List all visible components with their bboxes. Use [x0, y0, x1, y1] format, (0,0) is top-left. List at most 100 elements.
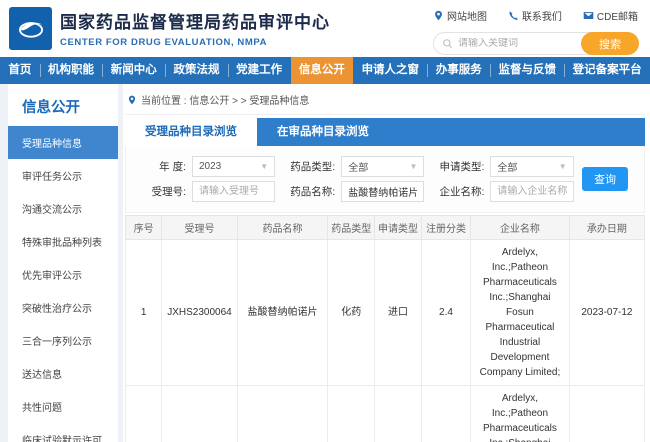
- cell-drug-name: 盐酸替纳帕诺片: [237, 386, 328, 442]
- nav-item[interactable]: 办事服务: [427, 57, 490, 84]
- apply-type-value: 全部: [497, 159, 517, 174]
- table-header-cell: 序号: [126, 216, 162, 240]
- sidebar-title: 信息公开: [8, 84, 118, 126]
- header-tools: 网站地图 联系我们 CDE邮箱 搜索: [433, 8, 638, 55]
- logo-swoosh-icon: [14, 12, 48, 46]
- chevron-down-icon: ▼: [559, 162, 567, 171]
- sidebar-menu: 受理品种信息 审评任务公示 沟通交流公示 特殊审批品种列表 优先审评公示 突破性…: [8, 126, 118, 442]
- company-field-group: 企业名称:: [424, 181, 573, 202]
- year-label: 年 度:: [126, 159, 186, 174]
- tab-bar: 受理品种目录浏览 在审品种目录浏览: [125, 118, 645, 146]
- tab-accepted-catalog[interactable]: 受理品种目录浏览: [125, 118, 257, 146]
- cell-index: 2: [126, 386, 162, 442]
- table-header-cell: 药品名称: [237, 216, 328, 240]
- drug-name-field-group: 药品名称:: [275, 181, 424, 202]
- cell-drug-name: 盐酸替纳帕诺片: [237, 240, 328, 386]
- chevron-down-icon: ▼: [409, 162, 417, 171]
- table-row[interactable]: 2 JXHS2300063 盐酸替纳帕诺片 化药 进口 2.4 Ardelyx,…: [126, 386, 645, 442]
- site-header: 国家药品监督管理局药品审评中心 CENTER FOR DRUG EVALUATI…: [0, 0, 650, 57]
- nav-item[interactable]: 申请人之窗: [353, 57, 427, 84]
- sidebar-item[interactable]: 三合一序列公示: [8, 324, 118, 357]
- results-table: 序号受理号药品名称药品类型申请类型注册分类企业名称承办日期 1 JXHS2300…: [125, 215, 645, 442]
- search-button[interactable]: 搜索: [581, 32, 639, 55]
- cell-apply-type: 进口: [375, 240, 422, 386]
- drug-name-input[interactable]: [341, 181, 424, 202]
- sidebar-item[interactable]: 共性问题: [8, 390, 118, 423]
- cell-reg-class: 2.4: [421, 240, 470, 386]
- nav-item[interactable]: 党建工作: [228, 57, 291, 84]
- table-header-cell: 申请类型: [375, 216, 422, 240]
- sitemap-link[interactable]: 网站地图: [433, 8, 487, 23]
- table-header-cell: 企业名称: [471, 216, 570, 240]
- sidebar-item[interactable]: 突破性治疗公示: [8, 291, 118, 324]
- acceptance-no-input[interactable]: [192, 181, 275, 202]
- header-search: 搜索: [433, 32, 638, 55]
- mail-icon: [583, 10, 594, 21]
- table-header-cell: 药品类型: [328, 216, 375, 240]
- site-subtitle: CENTER FOR DRUG EVALUATION, NMPA: [60, 37, 330, 48]
- cell-acceptance-no: JXHS2300063: [162, 386, 237, 442]
- query-button[interactable]: 查询: [582, 167, 628, 191]
- company-label: 企业名称:: [424, 184, 484, 199]
- drug-type-label: 药品类型:: [275, 159, 335, 174]
- table-header-cell: 注册分类: [421, 216, 470, 240]
- cell-reg-class: 2.4: [421, 386, 470, 442]
- site-title: 国家药品监督管理局药品审评中心: [60, 8, 330, 33]
- sidebar-item[interactable]: 沟通交流公示: [8, 192, 118, 225]
- cell-date: 2023-07-12: [569, 240, 644, 386]
- tab-under-review-catalog[interactable]: 在审品种目录浏览: [257, 118, 389, 146]
- table-header-row: 序号受理号药品名称药品类型申请类型注册分类企业名称承办日期: [126, 216, 645, 240]
- cell-date: 2023-07-12: [569, 386, 644, 442]
- year-field-group: 年 度: 2023 ▼: [126, 156, 275, 177]
- location-pin-icon: [127, 95, 137, 105]
- cell-drug-type: 化药: [328, 240, 375, 386]
- sidebar-item[interactable]: 临床试验默示许可: [8, 423, 118, 442]
- apply-type-label: 申请类型:: [424, 159, 484, 174]
- cell-drug-type: 化药: [328, 386, 375, 442]
- year-value: 2023: [199, 161, 221, 172]
- acceptance-no-label: 受理号:: [126, 184, 186, 199]
- drug-type-field-group: 药品类型: 全部 ▼: [275, 156, 424, 177]
- company-input[interactable]: [490, 181, 573, 202]
- sitemap-label: 网站地图: [447, 8, 487, 23]
- main-nav: 首页 机构职能 新闻中心 政策法规 党建工作 信息公开 申请人之窗 办事服务 监…: [0, 57, 650, 84]
- drug-name-label: 药品名称:: [275, 184, 335, 199]
- table-header-cell: 受理号: [162, 216, 237, 240]
- sidebar-item[interactable]: 受理品种信息: [8, 126, 118, 159]
- breadcrumb-text: 当前位置 : 信息公开 > > 受理品种信息: [141, 92, 309, 107]
- content-area: 信息公开 受理品种信息 审评任务公示 沟通交流公示 特殊审批品种列表 优先审评公…: [0, 84, 650, 442]
- map-pin-icon: [433, 10, 444, 21]
- main-panel: 当前位置 : 信息公开 > > 受理品种信息 受理品种目录浏览 在审品种目录浏览…: [123, 84, 650, 442]
- apply-type-select[interactable]: 全部 ▼: [490, 156, 573, 177]
- quick-links: 网站地图 联系我们 CDE邮箱: [433, 8, 638, 23]
- table-row[interactable]: 1 JXHS2300064 盐酸替纳帕诺片 化药 进口 2.4 Ardelyx,…: [126, 240, 645, 386]
- mailbox-link[interactable]: CDE邮箱: [583, 8, 638, 23]
- nav-item[interactable]: 机构职能: [40, 57, 103, 84]
- apply-type-field-group: 申请类型: 全部 ▼: [424, 156, 573, 177]
- table-header-cell: 承办日期: [569, 216, 644, 240]
- sidebar: 信息公开 受理品种信息 审评任务公示 沟通交流公示 特殊审批品种列表 优先审评公…: [8, 84, 118, 442]
- sidebar-item[interactable]: 优先审评公示: [8, 258, 118, 291]
- chevron-down-icon: ▼: [260, 162, 268, 171]
- brand-text: 国家药品监督管理局药品审评中心 CENTER FOR DRUG EVALUATI…: [60, 8, 330, 48]
- phone-icon: [508, 10, 519, 21]
- sidebar-item[interactable]: 送达信息: [8, 357, 118, 390]
- cell-index: 1: [126, 240, 162, 386]
- breadcrumb: 当前位置 : 信息公开 > > 受理品种信息: [125, 84, 645, 115]
- cell-apply-type: 进口: [375, 386, 422, 442]
- nav-item[interactable]: 监督与反馈: [490, 57, 564, 84]
- sidebar-item[interactable]: 特殊审批品种列表: [8, 225, 118, 258]
- drug-type-select[interactable]: 全部 ▼: [341, 156, 424, 177]
- drug-type-value: 全部: [348, 159, 368, 174]
- contact-link[interactable]: 联系我们: [508, 8, 562, 23]
- nav-item[interactable]: 信息公开: [291, 57, 354, 84]
- sidebar-item[interactable]: 审评任务公示: [8, 159, 118, 192]
- nav-item[interactable]: 登记备案平台: [564, 57, 650, 84]
- nav-item[interactable]: 新闻中心: [102, 57, 165, 84]
- nav-item[interactable]: 政策法规: [165, 57, 228, 84]
- cell-company: Ardelyx, Inc.;Patheon Pharmaceuticals In…: [471, 386, 570, 442]
- year-select[interactable]: 2023 ▼: [192, 156, 275, 177]
- nav-item[interactable]: 首页: [0, 57, 40, 84]
- search-input[interactable]: [458, 38, 577, 49]
- cell-acceptance-no: JXHS2300064: [162, 240, 237, 386]
